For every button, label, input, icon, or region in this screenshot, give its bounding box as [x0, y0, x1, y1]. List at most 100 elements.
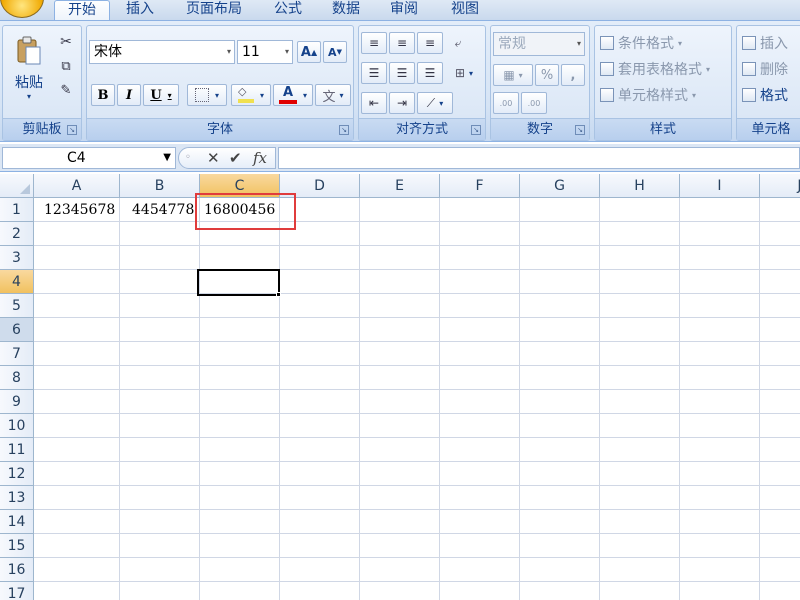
fill-bucket-icon: ◇	[237, 86, 254, 103]
align-center-button[interactable]: ☰	[389, 62, 415, 84]
row-header-6[interactable]: 6	[0, 318, 34, 342]
underline-button[interactable]: U ▾	[143, 84, 179, 106]
decrease-indent-button[interactable]: ⇤	[361, 92, 387, 114]
align-left-button[interactable]: ☰	[361, 62, 387, 84]
alignment-group-label: 对齐方式	[359, 118, 485, 140]
row-header-3[interactable]: 3	[0, 246, 34, 270]
align-bottom-button[interactable]: ≡	[417, 32, 443, 54]
increase-decimal-button[interactable]: .00	[493, 92, 519, 114]
row-header-11[interactable]: 11	[0, 438, 34, 462]
number-format-select[interactable]: 常规 ▾	[493, 32, 585, 56]
font-name-select[interactable]: 宋体 ▾	[89, 40, 235, 64]
column-header-H[interactable]: H	[600, 174, 680, 198]
border-button[interactable]: ▾	[187, 84, 227, 106]
orientation-button[interactable]: ⟋ ▾	[417, 92, 453, 114]
clipboard-launcher-icon[interactable]: ↘	[67, 125, 77, 135]
column-header-J[interactable]: J	[760, 174, 800, 198]
conditional-formatting-icon	[600, 36, 614, 50]
row-header-4[interactable]: 4	[0, 270, 34, 294]
row-header-16[interactable]: 16	[0, 558, 34, 582]
accounting-format-button[interactable]: ▦ ▾	[493, 64, 533, 86]
decrease-indent-icon: ⇤	[368, 96, 380, 110]
fill-color-button[interactable]: ◇ ▾	[231, 84, 271, 106]
alignment-launcher-icon[interactable]: ↘	[471, 125, 481, 135]
paste-button[interactable]: 粘贴 ▾	[7, 30, 51, 106]
wrap-text-button[interactable]: ⤶	[447, 32, 469, 54]
cell-styles-button[interactable]: 单元格样式 ▾	[599, 84, 727, 106]
row-header-5[interactable]: 5	[0, 294, 34, 318]
format-cells-label: 格式	[760, 88, 788, 104]
italic-button[interactable]: I	[117, 84, 141, 106]
cell-B1[interactable]: 4454778	[132, 198, 194, 222]
row-header-1[interactable]: 1	[0, 198, 34, 222]
format-painter-button[interactable]: ✎	[55, 80, 77, 100]
gridline-horizontal	[34, 437, 800, 438]
row-header-12[interactable]: 12	[0, 462, 34, 486]
tab-insert[interactable]: 插入	[118, 0, 162, 20]
row-header-10[interactable]: 10	[0, 414, 34, 438]
active-cell-C4[interactable]	[197, 269, 280, 296]
chevron-down-icon: ▾	[167, 90, 172, 100]
align-middle-button[interactable]: ≡	[389, 32, 415, 54]
gridline-horizontal	[34, 245, 800, 246]
fill-handle[interactable]	[276, 292, 281, 297]
shrink-font-icon: A	[328, 45, 337, 59]
name-box[interactable]: C4 ▼	[2, 147, 176, 169]
row-header-2[interactable]: 2	[0, 222, 34, 246]
conditional-formatting-button[interactable]: 条件格式 ▾	[599, 32, 727, 54]
increase-indent-button[interactable]: ⇥	[389, 92, 415, 114]
cell-A1[interactable]: 12345678	[44, 198, 115, 222]
cell-styles-icon	[600, 88, 614, 102]
tab-page-layout[interactable]: 页面布局	[176, 0, 252, 20]
copy-icon: ⧉	[61, 58, 71, 74]
align-right-button[interactable]: ☰	[417, 62, 443, 84]
tab-data[interactable]: 数据	[324, 0, 368, 20]
tab-view[interactable]: 视图	[440, 0, 490, 20]
office-button[interactable]	[0, 0, 44, 18]
gridline-horizontal	[34, 557, 800, 558]
insert-cells-button[interactable]: 插入	[741, 32, 800, 54]
merge-center-button[interactable]: ⊞ ▾	[447, 62, 481, 84]
formula-input[interactable]	[278, 147, 800, 169]
column-header-I[interactable]: I	[680, 174, 760, 198]
row-header-14[interactable]: 14	[0, 510, 34, 534]
font-color-button[interactable]: A ▾	[273, 84, 313, 106]
column-header-B[interactable]: B	[120, 174, 200, 198]
row-header-9[interactable]: 9	[0, 390, 34, 414]
tab-home[interactable]: 开始	[54, 0, 110, 20]
row-header-8[interactable]: 8	[0, 366, 34, 390]
select-all-button[interactable]	[0, 174, 34, 198]
shrink-font-button[interactable]: A ▼	[323, 41, 347, 63]
column-header-G[interactable]: G	[520, 174, 600, 198]
bold-button[interactable]: B	[91, 84, 115, 106]
worksheet-grid[interactable]: ABCDEFGHIJ 1 2 3 4 5 6 7 8 9 10 11 12 13 14 15 16 17 123…	[0, 174, 800, 600]
grow-font-button[interactable]: A ▲	[297, 41, 321, 63]
cut-button[interactable]: ✂	[55, 32, 77, 52]
chevron-down-icon: ▾	[439, 98, 444, 108]
number-launcher-icon[interactable]: ↘	[575, 125, 585, 135]
copy-button[interactable]: ⧉	[55, 56, 77, 76]
gridline-vertical	[679, 198, 680, 600]
row-header-13[interactable]: 13	[0, 486, 34, 510]
tab-formulas[interactable]: 公式	[266, 0, 310, 20]
decrease-decimal-button[interactable]: .00	[521, 92, 547, 114]
font-size-select[interactable]: 11 ▾	[237, 40, 293, 64]
delete-cells-button[interactable]: 删除	[741, 58, 800, 80]
row-header-17[interactable]: 17	[0, 582, 34, 600]
column-header-E[interactable]: E	[360, 174, 440, 198]
font-launcher-icon[interactable]: ↘	[339, 125, 349, 135]
cancel-icon[interactable]: ✕	[207, 149, 220, 167]
row-header-15[interactable]: 15	[0, 534, 34, 558]
phonetic-button[interactable]: 文 ▾	[315, 84, 351, 106]
tab-review[interactable]: 审阅	[382, 0, 426, 20]
percent-button[interactable]: %	[535, 64, 559, 86]
insert-function-icon[interactable]: fx	[253, 149, 267, 167]
column-header-A[interactable]: A	[34, 174, 120, 198]
format-cells-button[interactable]: 格式	[741, 84, 800, 106]
enter-check-icon[interactable]: ✔	[229, 149, 242, 167]
format-as-table-button[interactable]: 套用表格格式 ▾	[599, 58, 731, 80]
comma-button[interactable]: ,	[561, 64, 585, 86]
row-header-7[interactable]: 7	[0, 342, 34, 366]
column-header-F[interactable]: F	[440, 174, 520, 198]
align-top-button[interactable]: ≡	[361, 32, 387, 54]
